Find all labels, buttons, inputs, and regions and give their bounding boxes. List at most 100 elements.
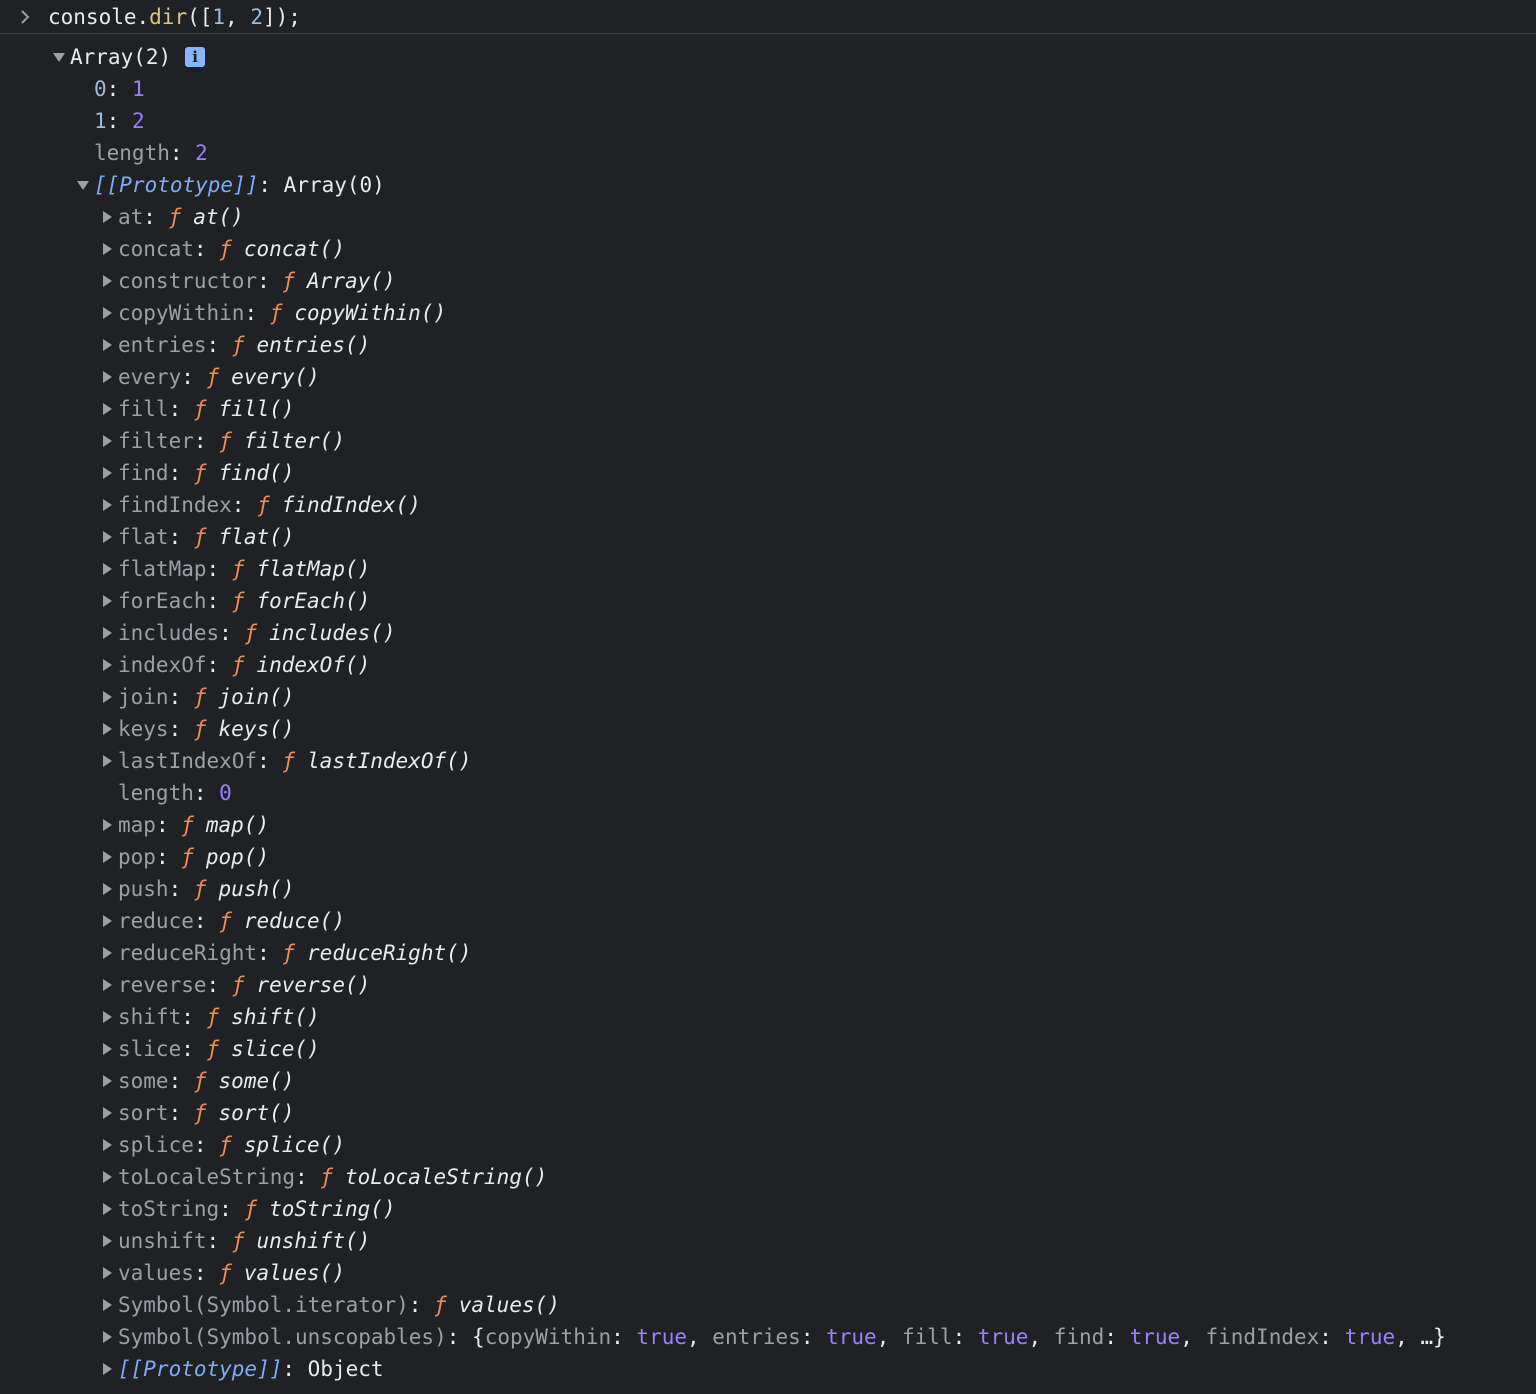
method-row-pop[interactable]: pop: ƒ pop(): [0, 841, 1536, 873]
method-row-entries[interactable]: entries: ƒ entries(): [0, 329, 1536, 361]
method-row-push[interactable]: push: ƒ push(): [0, 873, 1536, 905]
console-output: Array(2) i 0: 1 1: 2 length: 2 [[Prototy…: [0, 41, 1536, 1385]
method-row-foreach[interactable]: forEach: ƒ forEach(): [0, 585, 1536, 617]
method-row-some[interactable]: some: ƒ some(): [0, 1065, 1536, 1097]
method-row-constructor[interactable]: constructor: ƒ Array(): [0, 265, 1536, 297]
method-key: join: [118, 685, 169, 709]
method-row-tolocalestring[interactable]: toLocaleString: ƒ toLocaleString(): [0, 1161, 1536, 1193]
console-command[interactable]: console.dir([1, 2]);: [48, 5, 301, 29]
method-key: lastIndexOf: [118, 749, 258, 773]
method-row-join[interactable]: join: ƒ join(): [0, 681, 1536, 713]
triangle-right-icon[interactable]: [96, 521, 118, 553]
method-row-findindex[interactable]: findIndex: ƒ findIndex(): [0, 489, 1536, 521]
method-row-filter[interactable]: filter: ƒ filter(): [0, 425, 1536, 457]
triangle-right-icon[interactable]: [96, 1321, 118, 1353]
method-function: toString(): [269, 1197, 396, 1221]
triangle-down-icon[interactable]: [48, 41, 70, 73]
triangle-right-icon[interactable]: [96, 649, 118, 681]
method-row-indexof[interactable]: indexOf: ƒ indexOf(): [0, 649, 1536, 681]
triangle-right-icon[interactable]: [96, 681, 118, 713]
method-row-keys[interactable]: keys: ƒ keys(): [0, 713, 1536, 745]
triangle-right-icon[interactable]: [96, 265, 118, 297]
method-row-splice[interactable]: splice: ƒ splice(): [0, 1129, 1536, 1161]
method-key: at: [118, 205, 144, 229]
function-symbol: ƒ: [231, 653, 245, 677]
method-function: unshift(): [256, 1229, 371, 1253]
triangle-down-icon[interactable]: [72, 169, 94, 201]
preview-key: entries: [712, 1325, 801, 1349]
inner-prototype-row[interactable]: [[Prototype]]: Object: [0, 1353, 1536, 1385]
method-row-slice[interactable]: slice: ƒ slice(): [0, 1033, 1536, 1065]
method-row-copywithin[interactable]: copyWithin: ƒ copyWithin(): [0, 297, 1536, 329]
method-function: pop(): [205, 845, 270, 869]
triangle-right-icon[interactable]: [96, 425, 118, 457]
console-input-row[interactable]: console.dir([1, 2]);: [0, 0, 1536, 34]
method-function: splice(): [243, 1133, 345, 1157]
property-row-1: 1: 2: [94, 109, 145, 133]
root-label: Array(2): [70, 45, 172, 69]
method-row-fill[interactable]: fill: ƒ fill(): [0, 393, 1536, 425]
triangle-right-icon[interactable]: [96, 553, 118, 585]
method-function: includes(): [269, 621, 396, 645]
method-row-find[interactable]: find: ƒ find(): [0, 457, 1536, 489]
method-row-flat[interactable]: flat: ƒ flat(): [0, 521, 1536, 553]
tree-root-row[interactable]: Array(2) i: [0, 41, 1536, 73]
triangle-right-icon[interactable]: [96, 1001, 118, 1033]
symbol-iterator-row[interactable]: Symbol(Symbol.iterator): ƒ values(): [0, 1289, 1536, 1321]
triangle-right-icon[interactable]: [96, 713, 118, 745]
info-icon[interactable]: i: [185, 47, 206, 67]
method-row-includes[interactable]: includes: ƒ includes(): [0, 617, 1536, 649]
triangle-right-icon[interactable]: [96, 1161, 118, 1193]
function-symbol: ƒ: [193, 717, 207, 741]
triangle-right-icon[interactable]: [96, 1193, 118, 1225]
method-row-concat[interactable]: concat: ƒ concat(): [0, 233, 1536, 265]
triangle-right-icon[interactable]: [96, 745, 118, 777]
method-row-reduceright[interactable]: reduceRight: ƒ reduceRight(): [0, 937, 1536, 969]
method-function: flat(): [218, 525, 295, 549]
method-row-values[interactable]: values: ƒ values(): [0, 1257, 1536, 1289]
triangle-right-icon[interactable]: [96, 969, 118, 1001]
method-key: toLocaleString: [118, 1165, 296, 1189]
triangle-right-icon[interactable]: [96, 1129, 118, 1161]
triangle-right-icon[interactable]: [96, 1289, 118, 1321]
triangle-right-icon[interactable]: [96, 361, 118, 393]
method-row-reverse[interactable]: reverse: ƒ reverse(): [0, 969, 1536, 1001]
triangle-right-icon[interactable]: [96, 617, 118, 649]
method-key: reduceRight: [118, 941, 258, 965]
triangle-right-icon[interactable]: [96, 457, 118, 489]
function-symbol: ƒ: [193, 397, 207, 421]
method-row-map[interactable]: map: ƒ map(): [0, 809, 1536, 841]
method-row-flatmap[interactable]: flatMap: ƒ flatMap(): [0, 553, 1536, 585]
triangle-right-icon[interactable]: [96, 297, 118, 329]
prototype-row[interactable]: [[Prototype]]: Array(0): [0, 169, 1536, 201]
triangle-right-icon[interactable]: [96, 585, 118, 617]
method-row-sort[interactable]: sort: ƒ sort(): [0, 1097, 1536, 1129]
triangle-right-icon[interactable]: [96, 1353, 118, 1385]
method-row-shift[interactable]: shift: ƒ shift(): [0, 1001, 1536, 1033]
triangle-right-icon[interactable]: [96, 201, 118, 233]
method-row-reduce[interactable]: reduce: ƒ reduce(): [0, 905, 1536, 937]
triangle-right-icon[interactable]: [96, 937, 118, 969]
triangle-right-icon[interactable]: [96, 1033, 118, 1065]
triangle-right-icon[interactable]: [96, 841, 118, 873]
triangle-right-icon[interactable]: [96, 1097, 118, 1129]
triangle-right-icon[interactable]: [96, 1065, 118, 1097]
triangle-right-icon[interactable]: [96, 873, 118, 905]
method-row-unshift[interactable]: unshift: ƒ unshift(): [0, 1225, 1536, 1257]
symbol-unscopables-row[interactable]: Symbol(Symbol.unscopables): {copyWithin:…: [0, 1321, 1536, 1353]
triangle-right-icon[interactable]: [96, 489, 118, 521]
triangle-right-icon[interactable]: [96, 233, 118, 265]
method-function: lastIndexOf(): [307, 749, 472, 773]
function-symbol: ƒ: [282, 749, 296, 773]
triangle-right-icon[interactable]: [96, 809, 118, 841]
triangle-right-icon[interactable]: [96, 1257, 118, 1289]
function-symbol: ƒ: [181, 813, 194, 837]
triangle-right-icon[interactable]: [96, 1225, 118, 1257]
method-row-lastindexof[interactable]: lastIndexOf: ƒ lastIndexOf(): [0, 745, 1536, 777]
triangle-right-icon[interactable]: [96, 905, 118, 937]
triangle-right-icon[interactable]: [96, 329, 118, 361]
triangle-right-icon[interactable]: [96, 393, 118, 425]
method-row-tostring[interactable]: toString: ƒ toString(): [0, 1193, 1536, 1225]
method-row-every[interactable]: every: ƒ every(): [0, 361, 1536, 393]
method-row-at[interactable]: at: ƒ at(): [0, 201, 1536, 233]
